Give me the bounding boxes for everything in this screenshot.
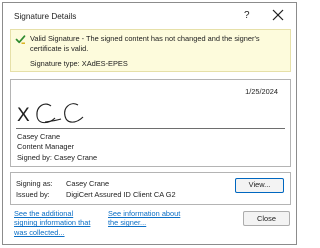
signature-area: 1/25/2024 X Casey Crane Content Manager … — [10, 79, 291, 167]
signer-name: Casey Crane — [17, 132, 61, 141]
additional-info-link[interactable]: See the additional signing information t… — [14, 209, 90, 237]
view-certificate-button[interactable]: View... — [235, 178, 284, 193]
certificate-info: Signing as: Casey Crane Issued by: DigiC… — [10, 172, 291, 205]
signer-info-link-line2[interactable]: the signer... — [108, 218, 180, 227]
close-icon[interactable] — [271, 8, 285, 22]
signer-title: Content Manager — [17, 142, 75, 151]
signature-type: Signature type: XAdES-EPES — [30, 59, 128, 68]
dialog-title: Signature Details — [14, 12, 77, 21]
signed-by: Signed by: Casey Crane — [17, 153, 98, 162]
signature-line — [16, 128, 285, 129]
validity-banner: Valid Signature - The signed content has… — [10, 29, 291, 72]
signature-date: 1/25/2024 — [245, 87, 278, 96]
signing-as-label: Signing as: — [16, 179, 53, 188]
signer-info-link[interactable]: See information about the signer... — [108, 209, 180, 228]
validity-message-line1: Valid Signature - The signed content has… — [30, 34, 260, 43]
signer-info-link-line1[interactable]: See information about — [108, 209, 180, 218]
signature-details-dialog: Signature Details ? Valid Signature - Th… — [2, 2, 297, 245]
issued-by-label: Issued by: — [16, 190, 50, 199]
title-bar: Signature Details ? — [3, 3, 296, 29]
issued-by-value: DigiCert Assured ID Client CA G2 — [66, 190, 176, 199]
validity-message: Valid Signature - The signed content has… — [30, 34, 288, 53]
help-button[interactable]: ? — [244, 10, 250, 21]
additional-info-link-line3[interactable]: was collected... — [14, 228, 90, 237]
handwritten-signature — [36, 103, 84, 124]
signature-x-mark: X — [17, 105, 30, 126]
close-button[interactable]: Close — [243, 211, 290, 226]
additional-info-link-line2[interactable]: signing information that — [14, 218, 90, 227]
validity-message-line2: certificate is valid. — [30, 43, 89, 53]
additional-info-link-line1[interactable]: See the additional — [14, 209, 90, 218]
checkmark-shield-icon — [15, 35, 26, 44]
signing-as-value: Casey Crane — [66, 179, 110, 188]
